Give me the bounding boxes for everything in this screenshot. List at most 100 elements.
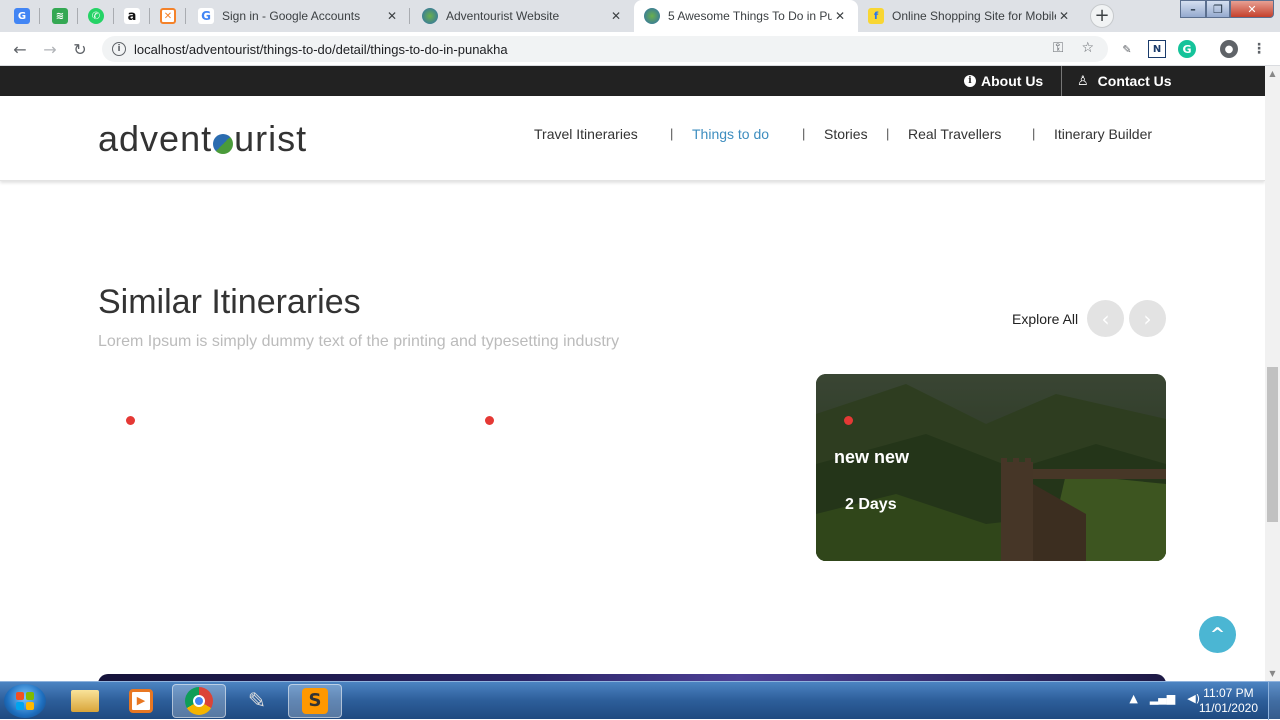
media-player-icon: ▶ xyxy=(129,689,153,713)
show-desktop-button[interactable] xyxy=(1268,682,1280,720)
globe-icon xyxy=(644,8,660,24)
top-utility-bar: i About Us ♙ Contact Us xyxy=(0,66,1265,96)
clock-time: 11:07 PM xyxy=(1203,686,1254,700)
card-duration: 2 Days xyxy=(845,496,897,513)
pinned-tab-translate[interactable]: G xyxy=(4,0,40,32)
close-icon[interactable]: ✕ xyxy=(832,9,848,23)
google-icon: G xyxy=(198,8,214,24)
tab-things-to-do-punakha[interactable]: 5 Awesome Things To Do in Punakha ✕ xyxy=(634,0,858,32)
window-close-button[interactable]: ✕ xyxy=(1230,0,1274,18)
nav-stories[interactable]: Stories xyxy=(824,126,868,146)
tab-title: Adventourist Website xyxy=(446,9,560,23)
network-signal-icon[interactable]: ▂▄▆ xyxy=(1150,692,1175,705)
scroll-up-arrow-icon[interactable]: ▲ xyxy=(1265,66,1280,81)
page-scrollbar[interactable]: ▲ ▼ xyxy=(1265,66,1280,681)
folder-icon xyxy=(71,690,99,712)
browser-tab-strip: G ≋ ✆ a ✕ G Sign in - Google Accounts ✕ … xyxy=(0,0,1280,32)
nav-travel-itineraries[interactable]: Travel Itineraries xyxy=(534,126,638,146)
user-contact-icon: ♙ xyxy=(1077,73,1089,89)
card-marker-dot xyxy=(126,416,135,425)
pinned-tab-amazon[interactable]: a xyxy=(114,0,150,32)
card-title: new new xyxy=(834,447,910,467)
spreadsheet-icon: ≋ xyxy=(52,8,68,24)
chevron-right-icon: › xyxy=(1143,306,1152,331)
start-button[interactable] xyxy=(4,684,46,718)
system-tray: ▲ ▂▄▆ ◀) xyxy=(1129,692,1200,705)
flipkart-icon: f xyxy=(868,8,884,24)
section-title: Similar Itineraries xyxy=(98,283,361,321)
scroll-to-top-button[interactable]: ^ xyxy=(1199,616,1236,653)
nav-things-to-do[interactable]: Things to do xyxy=(692,126,769,146)
pinned-tab-whatsapp[interactable]: ✆ xyxy=(78,0,114,32)
taskbar-paint[interactable]: ✎ xyxy=(230,684,284,718)
taskbar-explorer[interactable] xyxy=(58,684,112,718)
itinerary-card[interactable]: new new 2 Days xyxy=(816,374,1166,561)
about-us-link[interactable]: i About Us xyxy=(964,66,1043,96)
section-subtitle: Lorem Ipsum is simply dummy text of the … xyxy=(98,333,620,350)
sublime-text-icon: S xyxy=(302,688,328,714)
key-icon[interactable]: ⚿ xyxy=(1053,40,1064,56)
globe-icon xyxy=(422,8,438,24)
close-icon[interactable]: ✕ xyxy=(608,9,624,23)
paint-tool-icon: ✎ xyxy=(247,688,267,714)
close-icon[interactable]: ✕ xyxy=(384,9,400,23)
scroll-thumb[interactable] xyxy=(1267,367,1278,522)
scroll-down-arrow-icon[interactable]: ▼ xyxy=(1265,666,1280,681)
xampp-icon: ✕ xyxy=(160,8,176,24)
page-viewport: i About Us ♙ Contact Us ad vent urist Trav… xyxy=(0,66,1265,681)
forward-arrow-icon[interactable]: → xyxy=(38,37,62,61)
pinned-tab-sheets[interactable]: ≋ xyxy=(42,0,78,32)
tab-adventourist-website[interactable]: Adventourist Website ✕ xyxy=(412,0,634,32)
clock-date: 11/01/2020 xyxy=(1198,701,1258,715)
profile-avatar-icon[interactable]: ● xyxy=(1220,40,1238,58)
nav-real-travellers[interactable]: Real Travellers xyxy=(908,126,1001,146)
topbar-divider xyxy=(1061,66,1062,96)
next-section-banner xyxy=(98,674,1166,681)
chrome-icon xyxy=(185,687,213,715)
pinned-tab-xampp[interactable]: ✕ xyxy=(150,0,186,32)
bookmark-star-icon[interactable]: ☆ xyxy=(1081,40,1094,56)
nav-separator: | xyxy=(802,126,806,141)
whatsapp-icon: ✆ xyxy=(88,8,104,24)
show-hidden-icons-arrow-icon[interactable]: ▲ xyxy=(1129,692,1137,705)
n-extension-icon[interactable]: N xyxy=(1148,40,1166,58)
address-bar[interactable]: i localhost/adventourist/things-to-do/de… xyxy=(102,36,1108,62)
nav-itinerary-builder[interactable]: Itinerary Builder xyxy=(1054,126,1152,146)
carousel-next-button[interactable]: › xyxy=(1129,300,1166,337)
window-maximize-button[interactable]: ❐ xyxy=(1206,0,1230,18)
google-translate-icon: G xyxy=(14,8,30,24)
menu-kebab-icon[interactable]: ⋮ xyxy=(1250,40,1268,58)
logo-text-3: urist xyxy=(234,118,308,159)
contact-us-link[interactable]: ♙ Contact Us xyxy=(1077,66,1172,96)
windows-taskbar: ▶ ✎ S ▲ ▂▄▆ ◀) 11:07 PM 11/01/2020 xyxy=(0,681,1280,720)
card-marker-dot xyxy=(844,416,853,425)
globe-logo-icon xyxy=(213,134,234,154)
taskbar-sublime[interactable]: S xyxy=(288,684,342,718)
back-arrow-icon[interactable]: ← xyxy=(8,37,32,61)
grammarly-icon[interactable]: G xyxy=(1178,40,1196,58)
tab-google-accounts[interactable]: G Sign in - Google Accounts ✕ xyxy=(188,0,410,32)
explore-all-link[interactable]: Explore All xyxy=(1012,311,1078,327)
site-info-icon[interactable]: i xyxy=(112,42,126,56)
new-tab-button[interactable]: + xyxy=(1090,4,1114,28)
nav-separator: | xyxy=(670,126,674,141)
system-clock[interactable]: 11:07 PM 11/01/2020 xyxy=(1199,686,1258,716)
tab-title: 5 Awesome Things To Do in Punakha xyxy=(668,9,832,23)
reload-icon[interactable]: ↻ xyxy=(68,37,92,61)
taskbar-media-player[interactable]: ▶ xyxy=(114,684,168,718)
site-logo[interactable]: ad vent urist xyxy=(98,118,307,160)
url-text: localhost/adventourist/things-to-do/deta… xyxy=(134,41,508,57)
carousel-prev-button[interactable]: ‹ xyxy=(1087,300,1124,337)
tab-online-shopping[interactable]: f Online Shopping Site for Mobiles ✕ xyxy=(858,0,1082,32)
amazon-icon: a xyxy=(124,8,140,24)
site-header: ad vent urist Travel Itineraries | Things … xyxy=(0,96,1265,181)
taskbar-chrome[interactable] xyxy=(172,684,226,718)
contact-us-label: Contact Us xyxy=(1097,73,1172,89)
eyedropper-extension-icon[interactable]: ✎ xyxy=(1118,40,1136,58)
logo-text-1: ad xyxy=(98,118,141,159)
close-icon[interactable]: ✕ xyxy=(1056,9,1072,23)
tab-title: Sign in - Google Accounts xyxy=(222,9,361,23)
window-minimize-button[interactable]: – xyxy=(1180,0,1206,18)
nav-separator: | xyxy=(886,126,890,141)
chevron-up-icon: ^ xyxy=(1209,624,1226,645)
